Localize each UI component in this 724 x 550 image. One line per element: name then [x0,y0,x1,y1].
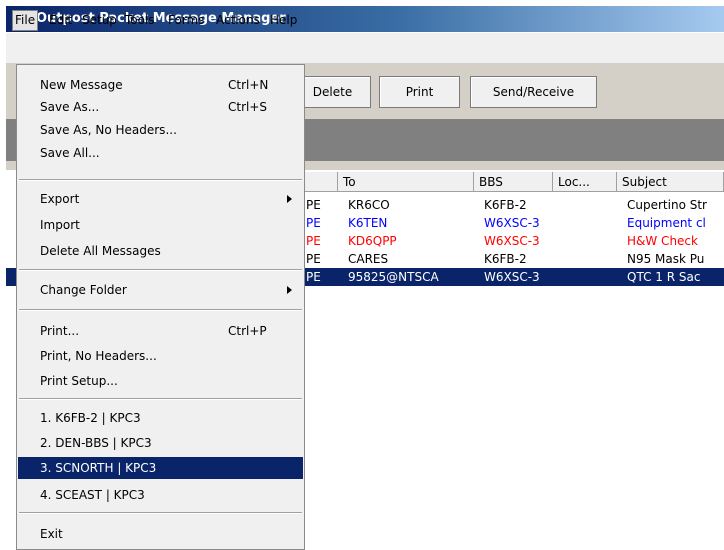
menu-file[interactable]: File [12,10,39,31]
file-menu-dropdown: New Message Ctrl+N Save As... Ctrl+S Sav… [16,64,305,550]
cell-bbs: W6XSC-3 [484,270,540,284]
cell-bbs: W6XSC-3 [484,216,540,230]
menu-separator [19,398,302,400]
cell-subject: QTC 1 R Sac [627,270,701,284]
menu-item-save-all[interactable]: Save All... [18,142,303,164]
cell-from: PE [306,234,321,248]
cell-from: PE [306,252,321,266]
menu-item-label: Export [40,192,80,206]
cell-to: 95825@NTSCA [348,270,439,284]
menu-item-print[interactable]: Print... Ctrl+P [18,320,303,342]
menu-item-print-no-headers[interactable]: Print, No Headers... [18,345,303,367]
menu-item-new-message[interactable]: New Message Ctrl+N [18,74,303,96]
menu-item-recent-3[interactable]: 3. SCNORTH | KPC3 [18,457,303,479]
delete-button[interactable]: Delete [294,76,371,108]
menu-item-label: 1. K6FB-2 | KPC3 [40,411,141,425]
menu-item-label: Save As... [40,100,100,114]
cell-to: CARES [348,252,389,266]
menu-item-label: Print, No Headers... [40,349,157,363]
print-button[interactable]: Print [379,76,460,108]
cell-from: PE [306,216,321,230]
cell-location [558,250,622,268]
cell-from: PE [306,270,321,284]
cell-to: KR6CO [348,198,390,212]
menu-item-delete-all[interactable]: Delete All Messages [18,240,303,262]
menu-bar [6,33,724,64]
cell-to: KD6QPP [348,234,397,248]
menu-separator [19,512,302,514]
cell-bbs: K6FB-2 [484,198,527,212]
menu-separator [19,269,302,271]
cell-subject: Cupertino Str [627,198,707,212]
menu-item-label: Change Folder [40,283,127,297]
menu-edit[interactable]: Edit [47,11,74,29]
menu-item-save-as[interactable]: Save As... Ctrl+S [18,96,303,118]
menu-item-shortcut: Ctrl+N [228,78,269,92]
menu-item-exit[interactable]: Exit [18,523,303,545]
cell-from: PE [306,198,321,212]
col-header-bbs[interactable]: BBS [474,172,553,192]
menu-item-change-folder[interactable]: Change Folder [18,279,303,301]
cell-location [558,214,622,232]
menu-item-save-as-no-headers[interactable]: Save As, No Headers... [18,119,303,141]
menu-item-label: Delete All Messages [40,244,161,258]
cell-location [558,268,622,286]
menu-item-label: Exit [40,527,63,541]
menu-item-recent-2[interactable]: 2. DEN-BBS | KPC3 [18,432,303,454]
menu-separator [19,179,302,181]
menu-forms[interactable]: Forms [166,11,206,29]
cell-subject: Equipment cl [627,216,706,230]
submenu-arrow-icon [287,195,292,203]
menu-item-label: Print Setup... [40,374,118,388]
menu-help[interactable]: Help [268,11,299,29]
menu-item-label: Import [40,218,80,232]
col-header-location[interactable]: Loc... [553,172,617,192]
menu-item-label: New Message [40,78,123,92]
menu-item-label: Save As, No Headers... [40,123,177,137]
menu-item-label: Save All... [40,146,100,160]
cell-bbs: K6FB-2 [484,252,527,266]
menu-item-print-setup[interactable]: Print Setup... [18,370,303,392]
cell-bbs: W6XSC-3 [484,234,540,248]
menu-item-recent-4[interactable]: 4. SCEAST | KPC3 [18,484,303,506]
menu-setup[interactable]: Setup [80,11,119,29]
menu-actions[interactable]: Actions [214,11,262,29]
cell-location [558,232,622,250]
menu-item-label: 2. DEN-BBS | KPC3 [40,436,152,450]
col-header-subject[interactable]: Subject [617,172,724,192]
send-receive-button[interactable]: Send/Receive [470,76,597,108]
menu-item-label: Print... [40,324,80,338]
cell-subject: H&W Check [627,234,698,248]
menu-separator [19,309,302,311]
menu-item-shortcut: Ctrl+P [228,324,267,338]
cell-subject: N95 Mask Pu [627,252,705,266]
submenu-arrow-icon [287,286,292,294]
menu-item-shortcut: Ctrl+S [228,100,268,114]
menu-item-import[interactable]: Import [18,214,303,236]
menu-item-label: 3. SCNORTH | KPC3 [40,461,157,475]
menu-item-recent-1[interactable]: 1. K6FB-2 | KPC3 [18,407,303,429]
cell-location [558,196,622,214]
cell-to: K6TEN [348,216,388,230]
col-header-to[interactable]: To [338,172,474,192]
menu-item-label: 4. SCEAST | KPC3 [40,488,145,502]
menu-item-export[interactable]: Export [18,188,303,210]
menu-tools[interactable]: Tools [123,11,157,29]
